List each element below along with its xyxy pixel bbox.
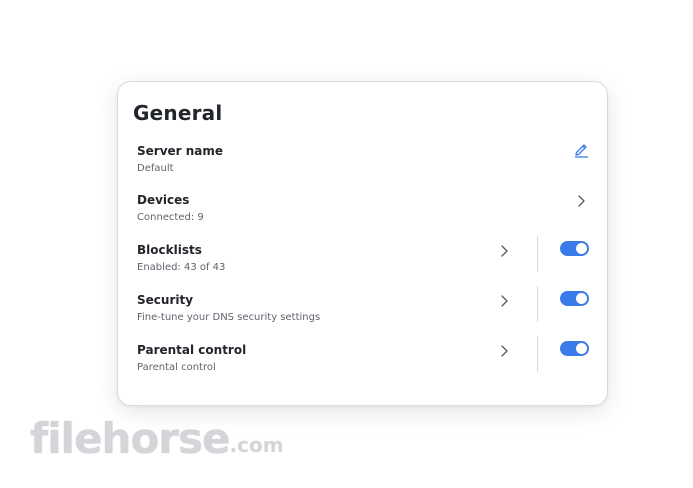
edit-icon[interactable] — [573, 141, 589, 158]
settings-row-security[interactable]: Security Fine-tune your DNS security set… — [118, 286, 607, 339]
parental-control-toggle[interactable] — [560, 341, 589, 356]
row-divider — [537, 336, 538, 372]
row-subtitle: Fine-tune your DNS security settings — [137, 312, 321, 323]
settings-row-devices[interactable]: Devices Connected: 9 — [118, 193, 607, 239]
chevron-right-icon[interactable] — [497, 243, 511, 257]
watermark-main-text: filehorse — [30, 414, 231, 463]
chevron-right-icon[interactable] — [574, 193, 588, 207]
row-subtitle: Default — [137, 163, 174, 174]
toggle-knob — [576, 243, 587, 254]
row-title: Server name — [137, 144, 224, 158]
row-subtitle: Enabled: 43 of 43 — [137, 262, 226, 273]
chevron-right-icon[interactable] — [497, 293, 511, 307]
settings-row-blocklists[interactable]: Blocklists Enabled: 43 of 43 — [118, 236, 607, 289]
row-divider — [537, 286, 538, 322]
filehorse-watermark: filehorse .com — [30, 410, 284, 462]
row-subtitle: Parental control — [137, 362, 216, 373]
row-title: Blocklists — [137, 243, 202, 257]
watermark-tld-text: .com — [229, 433, 284, 457]
card-title: General — [133, 101, 223, 125]
general-settings-card: General Server name Default Devices Conn… — [117, 81, 608, 406]
toggle-knob — [576, 343, 587, 354]
settings-row-parental-control[interactable]: Parental control Parental control — [118, 336, 607, 389]
row-title: Security — [137, 293, 194, 307]
row-subtitle: Connected: 9 — [137, 212, 204, 223]
toggle-knob — [576, 293, 587, 304]
row-title: Parental control — [137, 343, 247, 357]
blocklists-toggle[interactable] — [560, 241, 589, 256]
row-title: Devices — [137, 193, 190, 207]
chevron-right-icon[interactable] — [497, 343, 511, 357]
row-divider — [537, 236, 538, 272]
settings-row-server-name: Server name Default — [118, 144, 607, 190]
security-toggle[interactable] — [560, 291, 589, 306]
